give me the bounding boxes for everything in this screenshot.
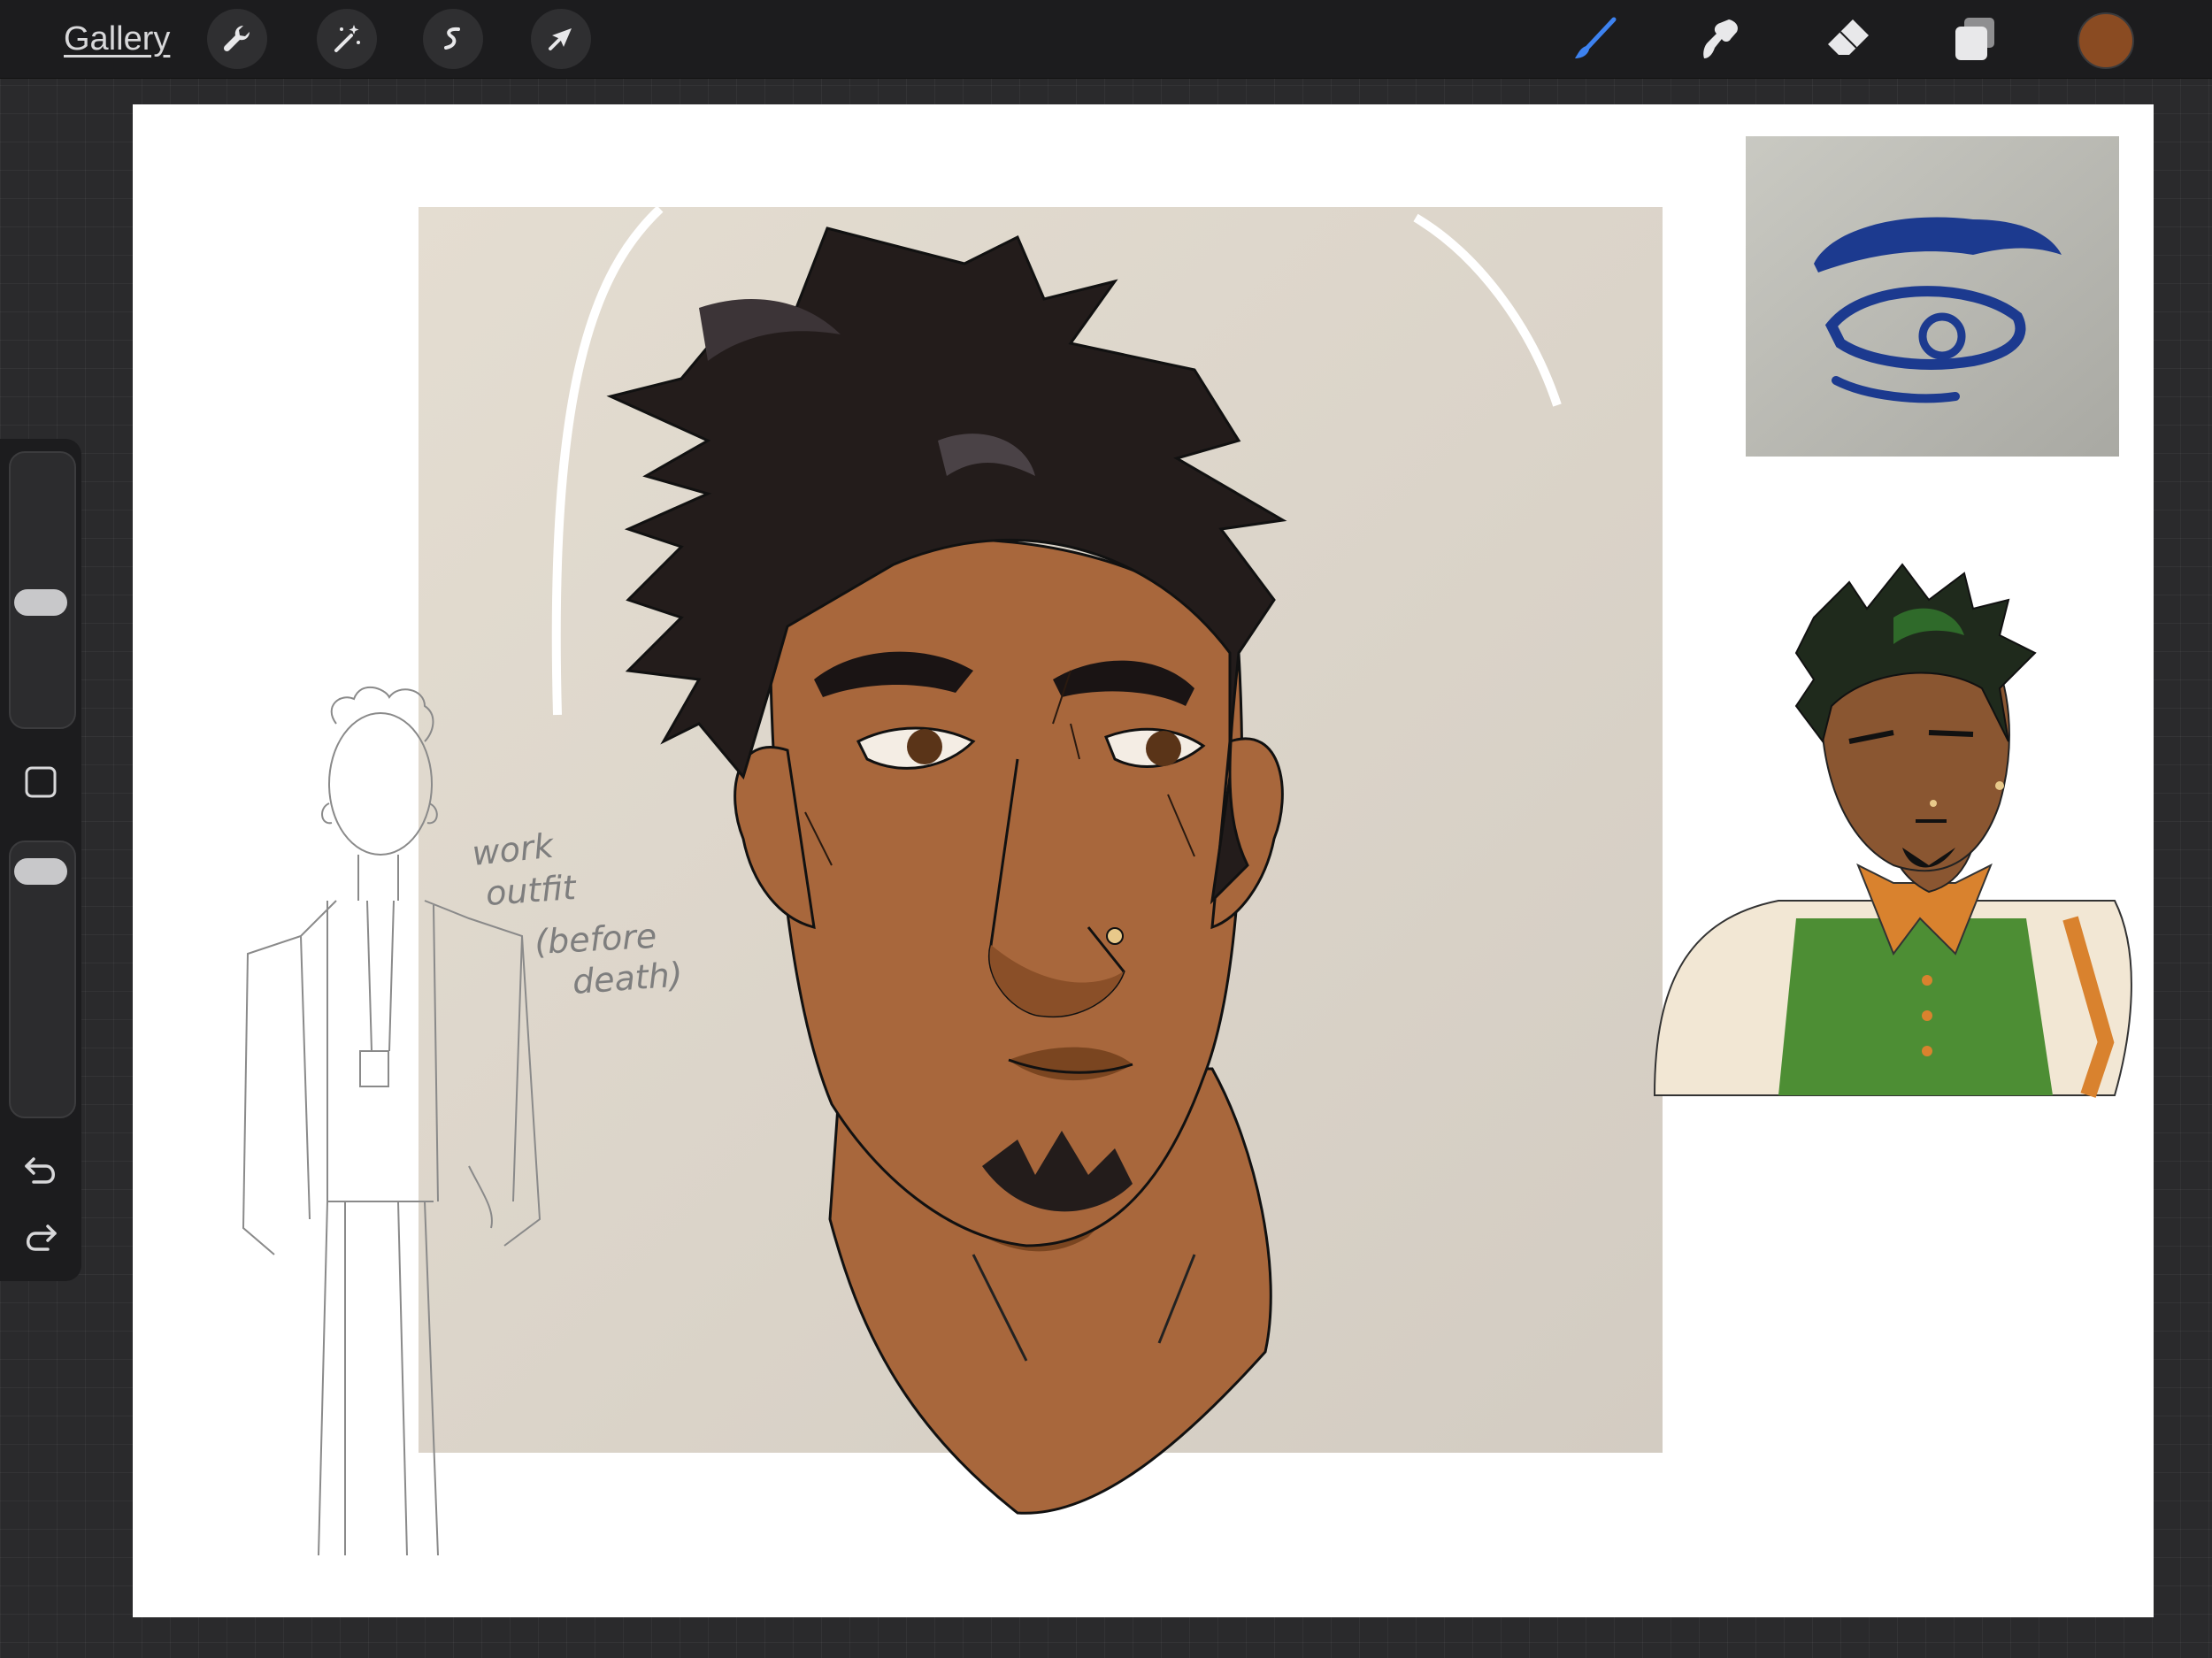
- smudge-icon[interactable]: [1694, 11, 1750, 67]
- square-icon[interactable]: [16, 757, 65, 807]
- brush-icon[interactable]: [1566, 11, 1623, 67]
- character-reference-art: [1653, 563, 2132, 1098]
- artwork: work outfit (before death): [242, 136, 2132, 1556]
- opacity-thumb[interactable]: [14, 857, 67, 885]
- selection-icon[interactable]: [423, 9, 483, 69]
- undo-icon[interactable]: [16, 1145, 65, 1194]
- gallery-button[interactable]: Gallery: [64, 16, 170, 62]
- layers-icon[interactable]: [1947, 11, 2003, 67]
- left-sidebar: [0, 439, 81, 1281]
- color-swatch[interactable]: [2078, 12, 2134, 69]
- wrench-icon[interactable]: [207, 9, 267, 69]
- svg-text:outfit: outfit: [485, 868, 580, 913]
- top-toolbar: Gallery: [0, 0, 2212, 79]
- redo-icon[interactable]: [16, 1212, 65, 1262]
- drawing-canvas[interactable]: work outfit (before death): [133, 104, 2154, 1617]
- svg-text:(before: (before: [534, 917, 657, 962]
- transform-arrow-icon[interactable]: [531, 9, 591, 69]
- brush-size-slider[interactable]: [9, 451, 76, 729]
- svg-text:death): death): [572, 955, 684, 1002]
- brush-size-thumb[interactable]: [14, 588, 67, 616]
- eye-reference-photo: [1746, 136, 2119, 457]
- eraser-icon[interactable]: [1819, 11, 1876, 67]
- nose-ring: [1106, 927, 1124, 945]
- opacity-slider[interactable]: [9, 841, 76, 1118]
- magic-wand-icon[interactable]: [317, 9, 377, 69]
